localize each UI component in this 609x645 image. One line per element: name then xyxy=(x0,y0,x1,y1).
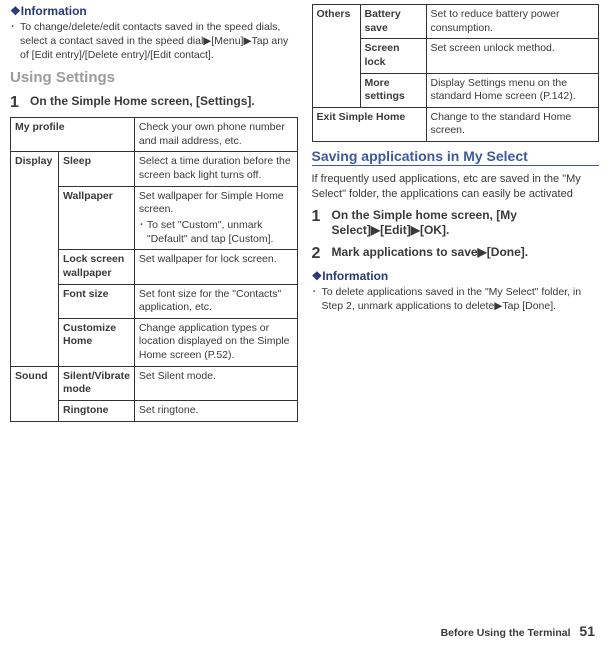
saving-apps-para: If frequently used applications, etc are… xyxy=(312,172,600,202)
right-column: Others Battery save Set to reduce batter… xyxy=(312,4,600,422)
settings-table-2: Others Battery save Set to reduce batter… xyxy=(312,4,600,142)
saving-apps-heading: Saving applications in My Select xyxy=(312,148,600,166)
page-number: 51 xyxy=(579,623,595,639)
table-row: Sound Silent/Vibrate mode Set Silent mod… xyxy=(11,366,298,400)
page-footer: Before Using the Terminal 51 xyxy=(441,623,595,639)
info-bullet: ･ To delete applications saved in the "M… xyxy=(312,285,600,313)
using-settings-heading: Using Settings xyxy=(10,69,298,86)
table-row: Others Battery save Set to reduce batter… xyxy=(312,5,599,39)
step-2: 2 Mark applications to save▶[Done]. xyxy=(312,245,600,263)
step-1: 1 On the Simple Home screen, [Settings]. xyxy=(10,94,298,112)
footer-section: Before Using the Terminal xyxy=(441,627,571,639)
info-heading: ❖Information xyxy=(312,269,600,283)
table-row: My profile Check your own phone number a… xyxy=(11,118,298,152)
settings-table-1: My profile Check your own phone number a… xyxy=(10,117,298,422)
info-bullet: ･ To change/delete/edit contacts saved i… xyxy=(10,20,298,63)
info-heading: ❖Information xyxy=(10,4,298,18)
step-1: 1 On the Simple home screen, [My Select]… xyxy=(312,208,600,239)
left-column: ❖Information ･ To change/delete/edit con… xyxy=(10,4,298,422)
table-row: Exit Simple Home Change to the standard … xyxy=(312,107,599,141)
table-row: Display Sleep Select a time duration bef… xyxy=(11,152,298,186)
